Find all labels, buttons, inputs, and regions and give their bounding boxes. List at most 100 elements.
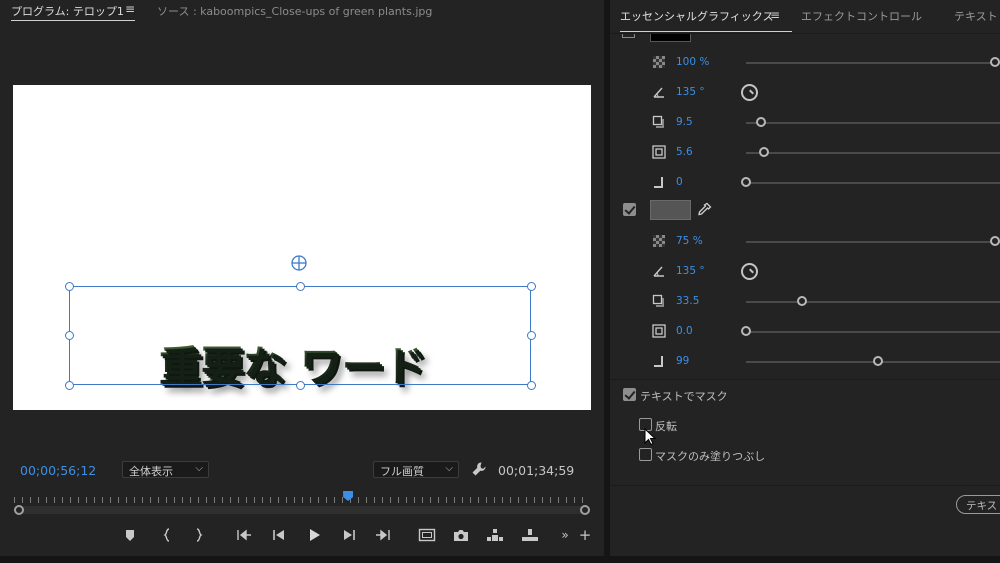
- time-ruler[interactable]: [14, 491, 590, 503]
- mask-with-text-checkbox[interactable]: [623, 388, 636, 401]
- text-style-button[interactable]: テキス: [956, 495, 1000, 514]
- invert-label[interactable]: 反転: [655, 418, 677, 434]
- shadow-size-slider[interactable]: [741, 326, 1000, 336]
- slider-knob[interactable]: [990, 236, 1000, 246]
- angle-icon: [653, 87, 664, 98]
- stroke-distance-row: 9.5: [610, 113, 1000, 133]
- shadow-opacity-row: 75 %: [610, 232, 1000, 252]
- go-to-out-icon[interactable]: [374, 527, 392, 543]
- timeline-zoom-scrollbar[interactable]: [14, 506, 590, 514]
- mark-out-icon[interactable]: [190, 527, 208, 543]
- panel-menu-icon[interactable]: ≡: [770, 8, 780, 22]
- shadow-blur-slider[interactable]: [746, 356, 1000, 366]
- resize-handle-top[interactable]: [296, 282, 305, 291]
- slider-knob[interactable]: [796, 296, 807, 306]
- active-tab-indicator: [620, 31, 792, 32]
- section-separator: [610, 379, 1000, 380]
- duration-timecode: 00;01;34;59: [498, 463, 575, 478]
- slider-knob[interactable]: [741, 326, 751, 336]
- play-icon[interactable]: [305, 527, 323, 543]
- scrollbar-end-handle[interactable]: [580, 505, 590, 515]
- shadow-distance-value[interactable]: 33.5: [676, 295, 699, 307]
- scrollbar-start-handle[interactable]: [14, 505, 24, 515]
- shadow-opacity-slider[interactable]: [746, 236, 1000, 246]
- stroke-color-swatch[interactable]: [650, 34, 691, 42]
- zoom-level-value: 全体表示: [129, 465, 173, 478]
- button-editor-icon[interactable]: +: [576, 527, 594, 543]
- stroke-blur-value[interactable]: 0: [676, 176, 683, 188]
- slider-knob[interactable]: [741, 177, 751, 187]
- resize-handle-right[interactable]: [527, 331, 536, 340]
- wrench-icon[interactable]: [471, 461, 487, 477]
- insert-icon[interactable]: [486, 527, 504, 543]
- resize-handle-bottom-left[interactable]: [65, 381, 74, 390]
- safe-margins-icon[interactable]: [418, 527, 436, 543]
- zoom-level-select[interactable]: 全体表示 ⌵: [122, 461, 209, 478]
- tab-text[interactable]: テキスト: [954, 8, 998, 24]
- export-frame-icon[interactable]: [452, 527, 470, 543]
- stroke-distance-value[interactable]: 9.5: [676, 116, 693, 128]
- shadow-angle-row: 135 °: [610, 262, 1000, 282]
- stroke-size-slider[interactable]: [746, 147, 1000, 157]
- resize-handle-left[interactable]: [65, 331, 74, 340]
- add-marker-icon[interactable]: [121, 527, 139, 543]
- shadow-blur-value[interactable]: 99: [676, 355, 689, 367]
- stroke-opacity-row: 100 %: [610, 53, 1000, 73]
- playback-resolution-value: フル画質: [380, 465, 424, 478]
- go-to-in-icon[interactable]: [235, 527, 253, 543]
- opacity-icon: [653, 56, 665, 68]
- active-tab-indicator: [11, 20, 135, 21]
- slider-knob[interactable]: [758, 147, 769, 157]
- shadow-angle-value[interactable]: 135 °: [676, 265, 705, 277]
- program-monitor-panel: プログラム: テロップ1 ≡ ソース : kaboompics_Close-up…: [0, 0, 604, 563]
- shadow-color-swatch[interactable]: [650, 200, 691, 220]
- stroke-blur-slider[interactable]: [741, 177, 1000, 187]
- shadow-checkbox[interactable]: [623, 203, 636, 216]
- blur-icon: [654, 356, 663, 367]
- shadow-opacity-value[interactable]: 75 %: [676, 235, 703, 247]
- slider-knob[interactable]: [990, 57, 1000, 67]
- stroke-opacity-slider[interactable]: [746, 57, 1000, 67]
- step-back-icon[interactable]: [270, 527, 288, 543]
- resize-handle-bottom[interactable]: [296, 381, 305, 390]
- current-timecode[interactable]: 00;00;56;12: [20, 463, 96, 478]
- shadow-size-value[interactable]: 0.0: [676, 325, 693, 337]
- angle-dial[interactable]: [741, 263, 758, 280]
- stroke-angle-value[interactable]: 135 °: [676, 86, 705, 98]
- slider-knob[interactable]: [873, 356, 884, 366]
- tab-source[interactable]: ソース : kaboompics_Close-ups of green plan…: [157, 3, 432, 19]
- panel-menu-icon[interactable]: ≡: [125, 2, 135, 16]
- tab-effect-controls[interactable]: エフェクトコントロール: [801, 8, 922, 24]
- section-separator: [610, 485, 1000, 486]
- mask-with-text-label[interactable]: テキストでマスク: [640, 388, 728, 404]
- anchor-point-icon[interactable]: [291, 255, 307, 271]
- stroke-checkbox[interactable]: [622, 34, 635, 38]
- tab-essential-graphics[interactable]: エッセンシャルグラフィックス: [620, 8, 773, 24]
- mouse-pointer-icon: [644, 428, 656, 446]
- shadow-distance-slider[interactable]: [746, 296, 1000, 306]
- mark-in-icon[interactable]: [158, 527, 176, 543]
- resize-handle-bottom-right[interactable]: [527, 381, 536, 390]
- tab-program[interactable]: プログラム: テロップ1: [11, 3, 124, 19]
- step-forward-icon[interactable]: [340, 527, 358, 543]
- mask-fill-only-checkbox[interactable]: [639, 448, 652, 461]
- stroke-angle-row: 135 °: [610, 83, 1000, 103]
- stroke-size-row: 5.6: [610, 143, 1000, 163]
- more-controls-icon[interactable]: »: [556, 527, 574, 543]
- slider-knob[interactable]: [756, 117, 767, 127]
- resize-handle-top-left[interactable]: [65, 282, 74, 291]
- angle-icon: [653, 266, 664, 277]
- size-icon: [652, 145, 666, 159]
- stroke-opacity-value[interactable]: 100 %: [676, 56, 709, 68]
- text-bounding-box[interactable]: [69, 286, 531, 385]
- stroke-distance-slider[interactable]: [746, 117, 1000, 127]
- angle-dial[interactable]: [741, 84, 758, 101]
- stroke-size-value[interactable]: 5.6: [676, 146, 693, 158]
- eyedropper-icon[interactable]: [696, 202, 712, 218]
- program-canvas[interactable]: 重要な ワード: [13, 85, 591, 410]
- mask-fill-only-label[interactable]: マスクのみ塗りつぶし: [655, 448, 765, 464]
- bottom-edge: [0, 556, 1000, 563]
- resize-handle-top-right[interactable]: [527, 282, 536, 291]
- playback-resolution-select[interactable]: フル画質 ⌵: [373, 461, 459, 478]
- overwrite-icon[interactable]: [521, 527, 539, 543]
